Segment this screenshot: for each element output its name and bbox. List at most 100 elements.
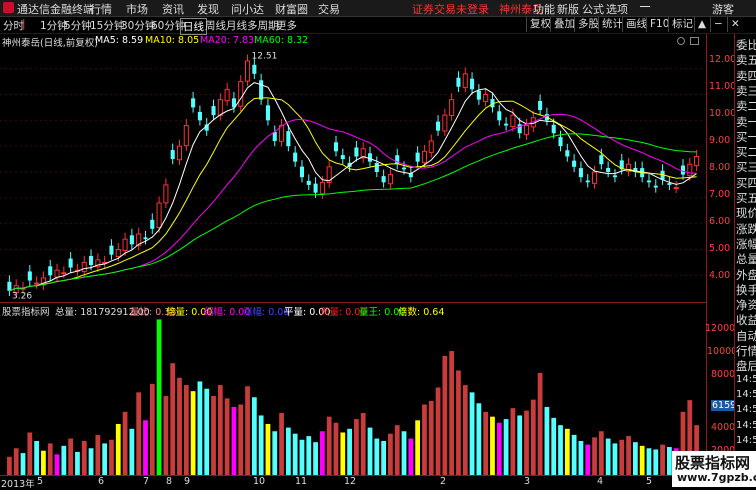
- side-panel-item[interactable]: 买五: [736, 190, 756, 206]
- volume-tick: 4000: [711, 422, 736, 433]
- volume-bar: [129, 428, 135, 475]
- menu-xinban[interactable]: 新版: [557, 1, 579, 17]
- period-fenshi[interactable]: 分时: [3, 18, 24, 33]
- candle: [129, 228, 134, 250]
- period-weekly[interactable]: 周线: [205, 18, 226, 33]
- volume-bar: [490, 416, 495, 475]
- volume-bar: [75, 451, 80, 475]
- candle: [238, 75, 244, 112]
- side-panel-item[interactable]: 外盘: [736, 267, 756, 283]
- side-panel-item[interactable]: 行情: [736, 343, 756, 359]
- watermark-url: www.7gpzb.com: [677, 471, 756, 484]
- volume-bar: [408, 438, 414, 475]
- candle: [633, 161, 638, 178]
- side-panel-item[interactable]: 净资: [736, 297, 756, 313]
- side-panel-item[interactable]: 卖二: [736, 98, 756, 114]
- side-panel-item[interactable]: 卖四: [736, 68, 756, 84]
- menu-xuanxiang[interactable]: 选项: [606, 1, 628, 17]
- volume-bar: [626, 436, 631, 475]
- side-panel-item[interactable]: 14:50: [736, 435, 756, 446]
- candle: [497, 104, 502, 126]
- side-panel-item[interactable]: 14:50: [736, 374, 756, 385]
- side-panel-item[interactable]: 收益: [736, 312, 756, 328]
- volume-bar: [211, 396, 216, 475]
- period-multi[interactable]: 多周期: [247, 18, 279, 33]
- side-panel-item[interactable]: 总量: [736, 251, 756, 267]
- close-icon[interactable]: ✕: [727, 17, 743, 32]
- price-axis: 12.00 11.00 10.00 9.00 8.00 7.00 6.00 5.…: [707, 34, 736, 302]
- side-panel-item[interactable]: 自动: [736, 328, 756, 344]
- period-monthly[interactable]: 月线: [226, 18, 247, 33]
- period-daily[interactable]: 日线: [180, 18, 207, 35]
- user-label[interactable]: 游客: [712, 1, 734, 17]
- side-panel-item[interactable]: 涨跌: [736, 221, 756, 237]
- side-panel-item[interactable]: 盘后: [736, 358, 756, 374]
- volume-bar: [360, 413, 366, 475]
- biaoji-button[interactable]: 标记: [668, 17, 696, 32]
- volume-bar: [551, 417, 557, 475]
- login-warning[interactable]: 证券交易未登录: [412, 1, 489, 17]
- candle: [48, 259, 53, 281]
- volume-bar: [306, 436, 312, 475]
- volume-bar: [428, 400, 434, 475]
- volume-bar: [7, 456, 12, 475]
- menu-gongneng[interactable]: 功能: [533, 1, 555, 17]
- volume-tick: 10000: [707, 346, 738, 357]
- side-panel-item[interactable]: 买一: [736, 129, 756, 145]
- ma20-line: [9, 113, 697, 292]
- period-15min[interactable]: 15分钟: [90, 18, 124, 33]
- volume-bar: [347, 428, 352, 475]
- volume-bar: [449, 351, 455, 475]
- period-5min[interactable]: 5分钟: [64, 18, 92, 33]
- volume-bar: [27, 432, 33, 475]
- volume-bar: [646, 448, 652, 475]
- menu-shichang[interactable]: 市场: [126, 1, 148, 17]
- side-panel-item[interactable]: 14:50: [736, 420, 756, 431]
- menu-jiaoyi[interactable]: 交易: [318, 1, 340, 17]
- volume-bar: [537, 372, 543, 475]
- volume-bar: [598, 431, 604, 475]
- side-panel-item[interactable]: 买二: [736, 144, 756, 160]
- menu-faxian[interactable]: 发现: [197, 1, 219, 17]
- price-chart-panel[interactable]: 神州泰岳(日线,前复权) MA5: 8.59 MA10: 8.05 MA20: …: [0, 34, 707, 302]
- side-panel-item[interactable]: 卖一: [736, 114, 756, 130]
- side-panel-item[interactable]: 买三: [736, 159, 756, 175]
- volume-bar: [462, 385, 468, 475]
- candle: [504, 117, 509, 131]
- side-panel-item[interactable]: 卖五: [736, 52, 756, 68]
- side-panel-item[interactable]: 换手: [736, 282, 756, 298]
- period-more[interactable]: 更多: [276, 18, 297, 33]
- candle: [306, 174, 311, 191]
- scroll-up-icon[interactable]: ▲: [694, 17, 708, 32]
- candle: [415, 146, 420, 167]
- side-panel-item[interactable]: 14:50: [736, 389, 756, 400]
- menu-hangqing[interactable]: 行情: [90, 1, 112, 17]
- candle: [326, 160, 332, 188]
- side-panel-item[interactable]: 现价: [736, 205, 756, 221]
- menu-wenxiaoda[interactable]: 问小达: [231, 1, 264, 17]
- date-label: 5: [37, 476, 44, 487]
- menu-zixun[interactable]: 资讯: [162, 1, 184, 17]
- volume-bar: [313, 442, 318, 475]
- candle: [163, 178, 169, 209]
- period-toolbar: 分时 | 1分钟 5分钟 15分钟 30分钟 60分钟 日线 周线 月线 多周期…: [0, 17, 756, 35]
- volume-bar: [41, 450, 46, 475]
- menu-caifuquan[interactable]: 财富圈: [275, 1, 308, 17]
- price-tick: 7.00: [709, 189, 731, 200]
- hamburger-icon[interactable]: [640, 6, 650, 7]
- side-panel-item[interactable]: 买四: [736, 175, 756, 191]
- date-label: 9: [184, 476, 191, 487]
- volume-bar: [394, 425, 400, 475]
- candle: [646, 174, 652, 188]
- minus-icon[interactable]: −: [710, 17, 726, 32]
- side-panel-item[interactable]: 卖三: [736, 83, 756, 99]
- high-price-label: 12.51: [252, 51, 278, 61]
- candle: [191, 91, 196, 113]
- volume-bar: [503, 419, 509, 475]
- app-name: 通达信金融终端: [17, 3, 94, 16]
- menu-gongshi[interactable]: 公式: [582, 1, 604, 17]
- volume-panel[interactable]: 股票指标网 总量: 181792912.00 量比: 0.38 倍量: 0.00…: [0, 302, 707, 476]
- side-panel-item[interactable]: 委比: [736, 37, 756, 53]
- side-panel-item[interactable]: 涨幅: [736, 236, 756, 252]
- side-panel-item[interactable]: 14:50: [736, 404, 756, 415]
